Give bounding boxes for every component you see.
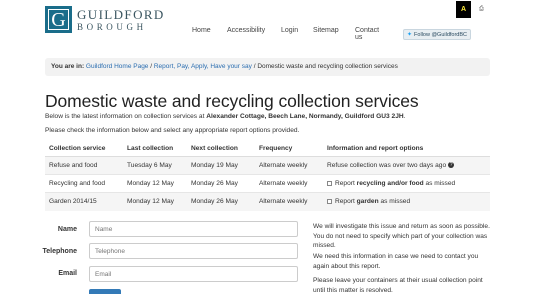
report-garden-checkbox[interactable] xyxy=(327,199,332,204)
email-input[interactable] xyxy=(89,266,298,282)
cell-info: Refuse collection was over two days ago? xyxy=(323,156,490,175)
email-label: Email xyxy=(58,270,77,277)
logo-letter: G xyxy=(48,9,69,30)
report-pre: Report xyxy=(335,180,357,187)
report-pre: Report xyxy=(335,198,357,206)
report-post: as missed xyxy=(423,180,456,187)
breadcrumb: You are in: Guildford Home Page / Report… xyxy=(45,58,490,76)
report-post: as missed xyxy=(378,198,411,206)
table-row: Refuse and food Tuesday 6 May Monday 19 … xyxy=(45,156,490,175)
cell-service: Recycling and food xyxy=(45,174,123,193)
cell-frequency: Alternate weekly xyxy=(255,192,323,211)
cell-last: Monday 12 May xyxy=(123,192,187,211)
intro-text: Below is the latest information on colle… xyxy=(45,113,405,120)
breadcrumb-prefix: You are in: xyxy=(51,63,85,70)
cell-report: Report recycling and/or food as missed xyxy=(323,174,490,193)
table-header-row: Collection service Last collection Next … xyxy=(45,141,490,157)
table-row: Garden 2014/15 Monday 12 May Monday 26 M… xyxy=(45,192,490,211)
name-input[interactable] xyxy=(89,221,298,237)
high-contrast-toggle[interactable]: A xyxy=(456,1,471,18)
print-icon[interactable]: ⎙ xyxy=(479,6,484,13)
nav-sitemap-link[interactable]: Sitemap xyxy=(313,27,339,34)
cell-frequency: Alternate weekly xyxy=(255,174,323,193)
cell-next: Monday 26 May xyxy=(187,192,255,211)
council-logo[interactable]: G GUILDFORD BOROUGH xyxy=(45,6,165,33)
logo-mark: G xyxy=(45,6,72,33)
cell-next: Monday 19 May xyxy=(187,156,255,175)
info-paragraph-3: Please leave your containers at their us… xyxy=(313,277,483,294)
collection-table: Collection service Last collection Next … xyxy=(45,141,490,211)
col-last-collection: Last collection xyxy=(123,141,187,157)
col-frequency: Frequency xyxy=(255,141,323,157)
name-label: Name xyxy=(57,226,77,233)
cell-next: Monday 26 May xyxy=(187,174,255,193)
col-information: Information and report options xyxy=(323,141,490,157)
info-text: Refuse collection was over two days ago xyxy=(327,162,447,169)
property-address: Alexander Cottage, Beech Lane, Normandy,… xyxy=(206,113,404,120)
info-paragraph-2: We need this information in case we need… xyxy=(313,253,479,270)
twitter-bird-icon: ✦ xyxy=(407,32,413,38)
logo-line-2: BOROUGH xyxy=(77,21,147,32)
telephone-input[interactable] xyxy=(89,243,298,259)
intro-lead: Below is the latest information on colle… xyxy=(45,113,207,120)
info-paragraph-1: We will investigate this issue and retur… xyxy=(313,223,490,249)
cell-frequency: Alternate weekly xyxy=(255,156,323,175)
nav-login-link[interactable]: Login xyxy=(281,27,298,34)
breadcrumb-section-link[interactable]: Report, Pay, Apply, Have your say xyxy=(154,63,252,70)
cell-last: Tuesday 6 May xyxy=(123,156,187,175)
col-collection-service: Collection service xyxy=(45,141,123,157)
table-row: Recycling and food Monday 12 May Monday … xyxy=(45,174,490,193)
report-recycling-checkbox[interactable] xyxy=(327,180,332,186)
cell-report: Report garden as missed xyxy=(323,192,490,211)
twitter-follow-label: Follow @GuildfordBC xyxy=(414,31,467,38)
nav-accessibility-link[interactable]: Accessibility xyxy=(227,27,265,34)
col-next-collection: Next collection xyxy=(187,141,255,157)
check-instructions: Please check the information below and s… xyxy=(45,127,300,134)
nav-contact-link[interactable]: Contact us xyxy=(355,27,379,41)
intro-end: . xyxy=(403,113,406,120)
cell-last: Monday 12 May xyxy=(123,174,187,193)
logo-line-1: GUILDFORD xyxy=(77,6,165,22)
help-icon[interactable]: ? xyxy=(448,162,455,169)
cell-service: Garden 2014/15 xyxy=(45,192,123,211)
report-service: recycling and/or food xyxy=(356,180,424,187)
page-title: Domestic waste and recycling collection … xyxy=(45,91,419,111)
cell-service: Refuse and food xyxy=(45,156,123,175)
twitter-follow-button[interactable]: ✦ Follow @GuildfordBC xyxy=(403,29,471,40)
breadcrumb-current: Domestic waste and recycling collection … xyxy=(257,63,398,70)
breadcrumb-home-link[interactable]: Guildford Home Page xyxy=(86,63,149,70)
submit-button[interactable] xyxy=(89,289,121,294)
report-service: garden xyxy=(356,198,379,206)
logo-text: GUILDFORD BOROUGH xyxy=(77,8,165,32)
nav-home-link[interactable]: Home xyxy=(192,27,211,34)
telephone-label: Telephone xyxy=(42,248,77,255)
